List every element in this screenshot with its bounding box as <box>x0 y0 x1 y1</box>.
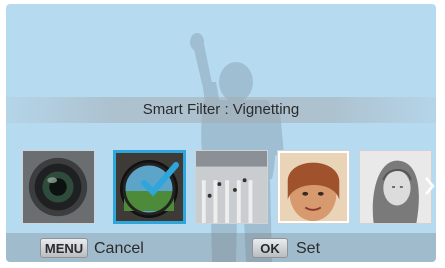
filter-thumb-vignetting[interactable] <box>113 150 186 224</box>
filter-title: Smart Filter : Vignetting <box>142 101 300 118</box>
filter-thumb-miniature[interactable] <box>195 150 268 224</box>
live-view: Smart Filter : Vignetting MENU Cancel OK… <box>6 4 436 262</box>
filter-thumb-portrait[interactable] <box>277 150 350 224</box>
filter-thumb-sketch[interactable] <box>359 150 432 224</box>
chevron-right-icon[interactable] <box>424 176 436 196</box>
control-bar: MENU Cancel OK Set <box>6 233 436 262</box>
cancel-label: Cancel <box>94 240 144 257</box>
sketch-icon <box>360 151 431 223</box>
vignetting-icon <box>116 153 183 221</box>
ok-key[interactable]: OK <box>252 238 288 258</box>
menu-key[interactable]: MENU <box>40 238 88 258</box>
miniature-icon <box>196 151 267 223</box>
lens-icon <box>23 151 94 223</box>
camera-screen-frame: Smart Filter : Vignetting MENU Cancel OK… <box>0 0 445 268</box>
portrait-icon <box>278 151 349 223</box>
set-label: Set <box>296 240 321 257</box>
filter-thumb-lens[interactable] <box>22 150 95 224</box>
filter-title-bar: Smart Filter : Vignetting <box>6 97 436 123</box>
filter-thumbnails <box>22 150 432 226</box>
